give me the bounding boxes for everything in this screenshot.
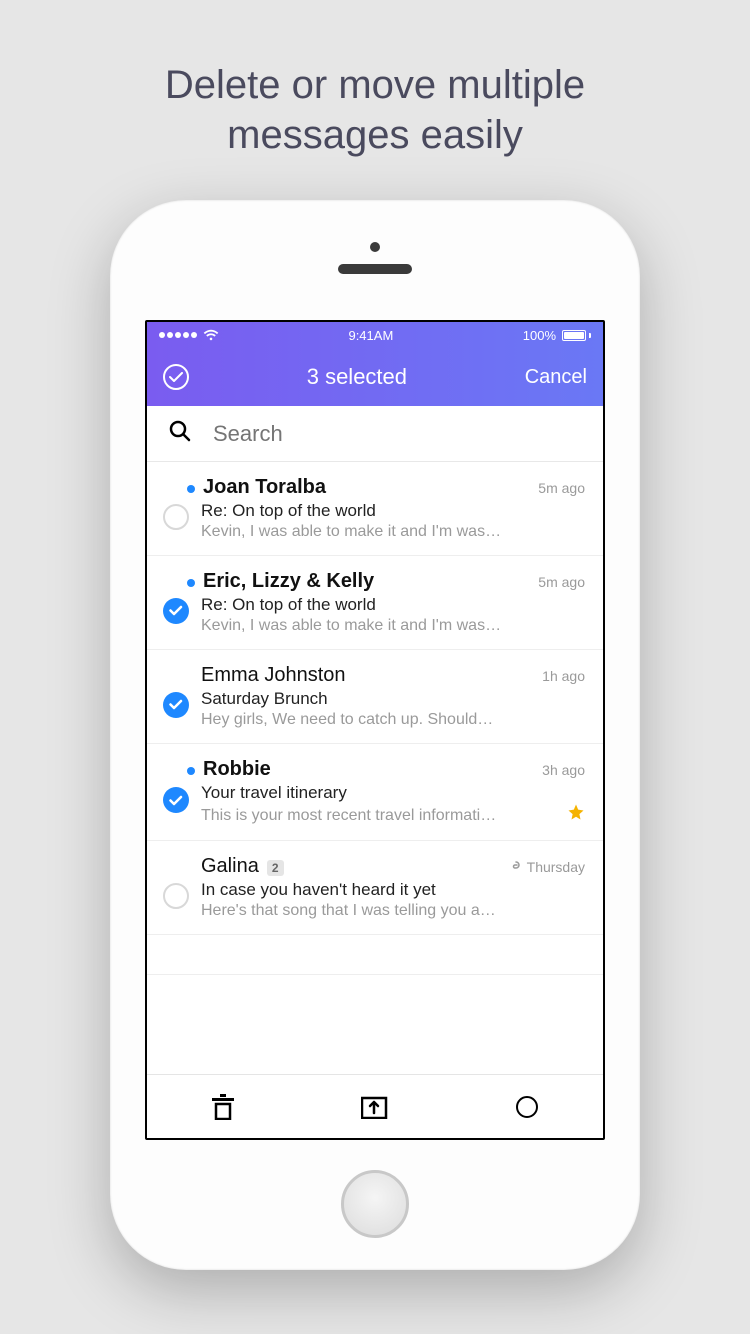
nav-bar: 3 selected Cancel (147, 348, 603, 406)
sender-name: Robbie (203, 758, 271, 781)
search-icon (169, 420, 191, 447)
search-row[interactable] (147, 406, 603, 462)
preview-text: Kevin, I was able to make it and I'm was… (201, 523, 585, 541)
check-icon (169, 605, 183, 616)
circle-icon (516, 1096, 538, 1118)
message-content: Eric, Lizzy & Kelly 5m ago Re: On top of t… (201, 570, 585, 635)
checkbox-column (161, 570, 191, 635)
timestamp: 1h ago (542, 668, 585, 684)
select-all-button[interactable] (163, 364, 189, 390)
message-list[interactable]: Joan Toralba 5m ago Re: On top of the worl… (147, 462, 603, 1074)
sender-line: Eric, Lizzy & Kelly 5m ago (201, 570, 585, 593)
sender-line: Joan Toralba 5m ago (201, 476, 585, 499)
message-row[interactable]: Robbie 3h ago Your travel itinerary This is… (147, 744, 603, 841)
mark-read-button[interactable] (509, 1089, 545, 1125)
sender-name: Joan Toralba (203, 476, 326, 499)
subject: Re: On top of the world (201, 595, 585, 615)
select-checkbox[interactable] (163, 692, 189, 718)
star-icon[interactable] (567, 803, 585, 826)
status-right: 100% (523, 328, 591, 343)
sender-line: Robbie 3h ago (201, 758, 585, 781)
phone-frame: 9:41AM 100% 3 selected Cancel Joan Toral… (110, 200, 640, 1270)
message-content: Joan Toralba 5m ago Re: On top of the worl… (201, 476, 585, 541)
select-checkbox[interactable] (163, 883, 189, 909)
partial-row (147, 935, 603, 975)
message-row[interactable]: Eric, Lizzy & Kelly 5m ago Re: On top of t… (147, 556, 603, 650)
timestamp: Thursday (509, 859, 585, 875)
sender-name: Galina (201, 855, 259, 878)
screen: 9:41AM 100% 3 selected Cancel Joan Toral… (145, 320, 605, 1140)
phone-speaker (338, 264, 412, 274)
unread-dot-icon (187, 767, 195, 775)
battery-percent: 100% (523, 328, 556, 343)
checkbox-column (161, 476, 191, 541)
battery-icon (562, 330, 591, 341)
tagline-line2: messages easily (227, 113, 523, 157)
timestamp: 5m ago (538, 480, 585, 496)
status-bar: 9:41AM 100% (147, 322, 603, 348)
signal-dots-icon (159, 332, 197, 338)
select-checkbox[interactable] (163, 504, 189, 530)
checkbox-column (161, 664, 191, 729)
message-content: Galina 2 Thursday In case you haven't heard… (201, 855, 585, 920)
promo-tagline: Delete or move multiple messages easily (165, 60, 585, 160)
unread-dot-icon (187, 579, 195, 587)
move-folder-icon (361, 1095, 389, 1119)
select-checkbox[interactable] (163, 787, 189, 813)
search-input[interactable] (213, 421, 581, 447)
wifi-icon (203, 329, 219, 341)
check-icon (169, 795, 183, 806)
message-content: Robbie 3h ago Your travel itinerary This is… (201, 758, 585, 826)
select-checkbox[interactable] (163, 598, 189, 624)
preview-text: Here's that song that I was telling you … (201, 902, 585, 920)
bottom-toolbar (147, 1074, 603, 1138)
message-content: Emma Johnston 1h ago Saturday Brunch Hey gi… (201, 664, 585, 729)
message-row[interactable]: Joan Toralba 5m ago Re: On top of the worl… (147, 462, 603, 556)
subject: Re: On top of the world (201, 501, 585, 521)
preview-text: Hey girls, We need to catch up. Should… (201, 711, 585, 729)
check-icon (169, 699, 183, 710)
cancel-button[interactable]: Cancel (525, 366, 587, 389)
preview-text: This is your most recent travel informat… (201, 807, 561, 825)
status-time: 9:41AM (348, 328, 393, 343)
trash-icon (211, 1094, 235, 1120)
delete-button[interactable] (205, 1089, 241, 1125)
sender-line: Galina 2 Thursday (201, 855, 585, 878)
status-left (159, 329, 219, 341)
sender-name: Eric, Lizzy & Kelly (203, 570, 374, 593)
home-button[interactable] (341, 1170, 409, 1238)
subject: Saturday Brunch (201, 689, 585, 709)
message-row[interactable]: Galina 2 Thursday In case you haven't heard… (147, 841, 603, 935)
subject: Your travel itinerary (201, 783, 585, 803)
thread-count-badge: 2 (267, 860, 284, 876)
unread-dot-icon (187, 485, 195, 493)
sender-line: Emma Johnston 1h ago (201, 664, 585, 687)
nav-title: 3 selected (307, 364, 407, 390)
phone-camera-dot (370, 242, 380, 252)
move-button[interactable] (357, 1089, 393, 1125)
subject: In case you haven't heard it yet (201, 880, 585, 900)
attachment-icon (509, 859, 523, 875)
check-icon (169, 372, 183, 383)
checkbox-column (161, 855, 191, 920)
sender-name: Emma Johnston (201, 664, 346, 687)
timestamp: 5m ago (538, 574, 585, 590)
preview-text: Kevin, I was able to make it and I'm was… (201, 617, 585, 635)
tagline-line1: Delete or move multiple (165, 63, 585, 107)
message-row[interactable]: Emma Johnston 1h ago Saturday Brunch Hey gi… (147, 650, 603, 744)
timestamp: 3h ago (542, 762, 585, 778)
